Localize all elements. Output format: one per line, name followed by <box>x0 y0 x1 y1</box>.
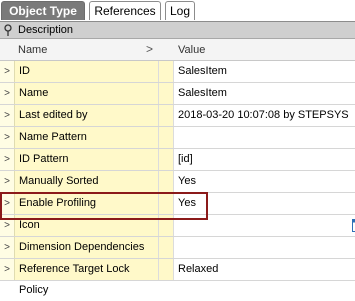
row-spacer <box>158 61 174 82</box>
tab-references[interactable]: References <box>89 1 161 20</box>
expand-chevron-icon[interactable]: > <box>0 149 14 170</box>
expand-chevron-icon[interactable]: > <box>0 105 14 126</box>
row-name: Name Pattern <box>14 127 158 148</box>
table-row[interactable]: > Icon <box>0 215 355 237</box>
row-name: ID <box>14 61 158 82</box>
expand-chevron-icon[interactable]: > <box>0 83 14 104</box>
description-bar[interactable]: Description <box>0 22 355 39</box>
expand-chevron-icon[interactable]: > <box>0 61 14 82</box>
table-row[interactable]: > Enable Profiling Yes <box>0 193 355 215</box>
property-grid: > ID SalesItem > Name SalesItem > Last e… <box>0 61 355 281</box>
grid-header: Name > Value <box>0 39 355 61</box>
table-row[interactable]: > ID SalesItem <box>0 61 355 83</box>
row-spacer <box>158 127 174 148</box>
row-value[interactable]: 2018-03-20 10:07:08 by STEPSYS <box>174 105 355 126</box>
table-row[interactable]: > Reference Target Lock Policy Relaxed <box>0 259 355 281</box>
row-spacer <box>158 237 174 258</box>
row-value[interactable]: Relaxed <box>174 259 355 280</box>
row-name: Dimension Dependencies <box>14 237 158 258</box>
expand-chevron-icon[interactable]: > <box>0 193 14 214</box>
row-value[interactable]: Yes <box>174 193 355 214</box>
expand-chevron-icon[interactable]: > <box>0 215 14 236</box>
expand-chevron-icon[interactable]: > <box>0 237 14 258</box>
table-row[interactable]: > Dimension Dependencies <box>0 237 355 259</box>
table-row[interactable]: > ID Pattern [id] <box>0 149 355 171</box>
row-spacer <box>158 215 174 236</box>
row-name: Icon <box>14 215 158 236</box>
row-value[interactable] <box>174 127 355 148</box>
tab-object-type[interactable]: Object Type <box>1 1 85 20</box>
pin-icon[interactable] <box>3 24 13 36</box>
row-value[interactable] <box>174 215 355 236</box>
row-name: ID Pattern <box>14 149 158 170</box>
row-value[interactable]: SalesItem <box>174 83 355 104</box>
expand-chevron-icon[interactable]: > <box>0 127 14 148</box>
tab-log[interactable]: Log <box>165 1 195 20</box>
row-value[interactable]: [id] <box>174 149 355 170</box>
table-row[interactable]: > Name Pattern <box>0 127 355 149</box>
table-row[interactable]: > Manually Sorted Yes <box>0 171 355 193</box>
row-name: Manually Sorted <box>14 171 158 192</box>
table-row[interactable]: > Last edited by 2018-03-20 10:07:08 by … <box>0 105 355 127</box>
row-spacer <box>158 149 174 170</box>
row-name: Name <box>14 83 158 104</box>
column-header-name[interactable]: Name <box>18 44 47 56</box>
row-spacer <box>158 193 174 214</box>
expand-chevron-icon[interactable]: > <box>0 259 14 280</box>
row-value[interactable]: Yes <box>174 171 355 192</box>
row-spacer <box>158 83 174 104</box>
description-label: Description <box>18 24 73 36</box>
row-spacer <box>158 171 174 192</box>
row-name: Last edited by <box>14 105 158 126</box>
row-spacer <box>158 105 174 126</box>
tab-bar: Object Type References Log <box>0 0 355 22</box>
table-row[interactable]: > Name SalesItem <box>0 83 355 105</box>
row-value[interactable] <box>174 237 355 258</box>
row-name: Reference Target Lock Policy <box>14 259 158 280</box>
expand-chevron-icon[interactable]: > <box>0 171 14 192</box>
sort-chevron-icon[interactable]: > <box>146 42 153 56</box>
row-value[interactable]: SalesItem <box>174 61 355 82</box>
column-header-value[interactable]: Value <box>178 44 205 56</box>
row-spacer <box>158 259 174 280</box>
row-name: Enable Profiling <box>14 193 158 214</box>
